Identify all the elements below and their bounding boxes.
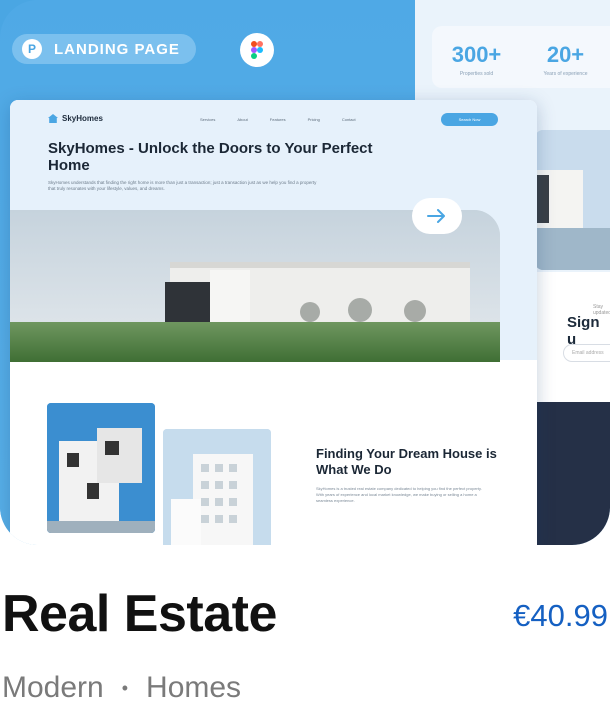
tag-homes: Homes	[146, 671, 242, 704]
figma-icon	[240, 33, 274, 67]
badge-logo-icon: P	[22, 39, 42, 59]
mock-logo: SkyHomes	[48, 114, 103, 123]
mock-arrow-button	[412, 198, 462, 234]
mock-nav-link: About	[237, 117, 248, 122]
mock-tower-image	[163, 429, 271, 545]
side-signup-panel: Stay updated Sign u Email address	[535, 272, 610, 402]
stat-value: 300+	[451, 42, 502, 67]
tag-modern: Modern	[2, 671, 104, 704]
mock-building-image	[47, 403, 155, 533]
signup-email-input: Email address	[563, 344, 610, 362]
product-price: €40.99	[513, 598, 608, 633]
product-title[interactable]: Real Estate	[2, 582, 277, 646]
product-tags: Modern • Homes	[2, 670, 241, 706]
mock-navbar: SkyHomes Services About Features Pricing…	[48, 113, 518, 129]
mock-nav-links: Services About Features Pricing Contact	[200, 117, 356, 122]
stat-item: 20+ Years of experience	[521, 26, 610, 88]
mock-nav-link: Pricing	[307, 117, 320, 122]
stat-label: Properties sold	[459, 71, 494, 77]
mock-about-section: Finding Your Dream House is What We Do S…	[10, 362, 537, 545]
tag-separator: •	[121, 678, 129, 698]
stat-item: 300+ Properties sold	[432, 26, 521, 88]
product-preview-image[interactable]: P LANDING PAGE 300+ Properties sold 20+ …	[0, 0, 610, 545]
stat-value: 20+	[546, 42, 585, 67]
mock-hero-description: SkyHomes understands that finding the ri…	[48, 180, 317, 191]
landing-page-badge: P LANDING PAGE	[12, 34, 196, 64]
stats-strip: 300+ Properties sold 20+ Years of experi…	[432, 26, 610, 88]
mock-nav-link: Features	[269, 117, 286, 122]
mock-section-description: SkyHomes is a trusted real estate compan…	[316, 486, 482, 503]
mock-nav-link: Contact	[341, 117, 356, 122]
mock-logo-text: SkyHomes	[62, 114, 103, 123]
side-footer-panel	[535, 402, 610, 545]
website-mockup: SkyHomes Services About Features Pricing…	[10, 100, 537, 545]
side-building-image	[535, 130, 610, 270]
signup-heading: Sign u	[567, 314, 600, 348]
mock-section-title: Finding Your Dream House is What We Do	[316, 446, 497, 477]
stat-label: Years of experience	[543, 71, 588, 77]
home-icon	[48, 114, 58, 123]
badge-label: LANDING PAGE	[54, 40, 180, 58]
mock-nav-cta: Search Now	[441, 113, 498, 126]
mock-hero-title: SkyHomes - Unlock the Doors to Your Perf…	[48, 140, 373, 174]
mock-nav-link: Services	[200, 117, 216, 122]
